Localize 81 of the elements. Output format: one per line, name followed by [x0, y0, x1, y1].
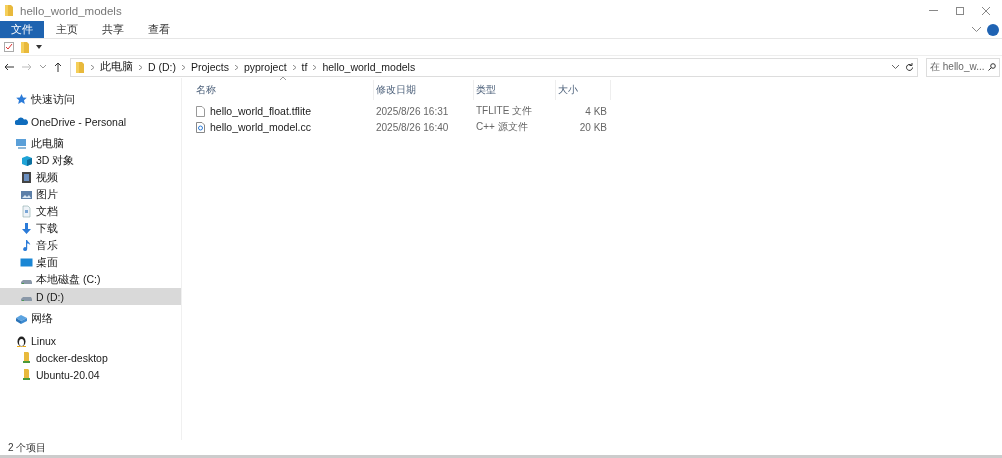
sidebar-item[interactable]: docker-desktop	[0, 349, 181, 366]
cube-icon	[20, 154, 33, 167]
breadcrumb-item[interactable]: 此电脑	[100, 60, 133, 74]
window-title: hello_world_models	[20, 4, 123, 17]
address-bar[interactable]: 此电脑 D (D:) Projects pyproject tf hello_world_models	[70, 57, 918, 77]
maximize-icon[interactable]	[956, 6, 964, 15]
chevron-down-icon[interactable]	[892, 65, 899, 69]
breadcrumb-item[interactable]: pyproject	[243, 61, 287, 73]
ribbon-tab[interactable]: 共享	[90, 21, 136, 38]
folder-icon	[20, 368, 33, 381]
breadcrumb-item[interactable]: D (D:)	[148, 61, 176, 73]
film-icon	[20, 171, 33, 184]
chevron-right-icon[interactable]	[182, 64, 185, 70]
sidebar-item[interactable]: 快速访问	[0, 91, 181, 108]
folder-icon	[20, 40, 30, 54]
chevron-right-icon[interactable]	[292, 64, 296, 70]
breadcrumb-item[interactable]: Projects	[191, 61, 229, 73]
back-icon[interactable]	[4, 63, 14, 71]
sidebar-item[interactable]: Linux	[0, 332, 181, 349]
penguin-icon	[15, 334, 28, 347]
sidebar-item[interactable]: OneDrive - Personal	[0, 113, 181, 130]
status-text: 2 个项目	[8, 440, 47, 455]
table-cell-text: 4 KB	[584, 105, 608, 117]
chevron-right-icon[interactable]	[234, 64, 238, 70]
computer-icon	[15, 137, 28, 150]
cloud-icon	[15, 115, 28, 128]
file-icon	[196, 105, 205, 117]
sidebar-item[interactable]: 3D 对象	[0, 152, 181, 169]
sidebar-item[interactable]: 本地磁盘 (C:)	[0, 271, 181, 288]
chevron-right-icon[interactable]	[91, 64, 94, 70]
chevron-down-icon[interactable]	[40, 65, 46, 69]
search-field[interactable]: 在 hello_w...	[926, 57, 1000, 77]
sidebar-item[interactable]: 文档	[0, 203, 181, 220]
column-header[interactable]: 名称	[194, 80, 374, 100]
forward-icon[interactable]	[22, 63, 32, 71]
breadcrumb-item[interactable]: hello_world_models	[322, 61, 416, 73]
table-cell-text: 20 KB	[578, 121, 608, 133]
file-name[interactable]: hello_world_float.tflite	[210, 105, 311, 117]
drive-icon	[20, 279, 33, 285]
music-note-icon	[20, 239, 33, 252]
star-icon	[15, 93, 28, 106]
document-icon	[20, 205, 33, 218]
sidebar-item[interactable]: Ubuntu-20.04	[0, 366, 181, 383]
table-cell-text: TFLITE 文件	[475, 104, 534, 118]
drive-icon	[20, 296, 33, 302]
sidebar-item[interactable]: 音乐	[0, 237, 181, 254]
folder-icon	[4, 4, 14, 17]
table-cell-text: 2025/8/26 16:40	[375, 121, 450, 133]
network-icon	[15, 312, 28, 325]
sidebar-item[interactable]: 网络	[0, 310, 181, 327]
chevron-right-icon[interactable]	[313, 64, 317, 70]
close-icon[interactable]	[982, 6, 990, 15]
table-cell-text: C++ 源文件	[475, 120, 529, 134]
table-cell-text: 2025/8/26 16:31	[375, 105, 450, 117]
chevron-down-icon[interactable]	[972, 27, 981, 32]
desktop-icon	[20, 256, 33, 269]
ribbon-tab[interactable]: 文件	[0, 21, 44, 38]
dropdown-icon[interactable]	[36, 45, 42, 49]
sidebar-item[interactable]: 桌面	[0, 254, 181, 271]
download-icon	[20, 222, 33, 235]
sidebar-item[interactable]: 视频	[0, 169, 181, 186]
folder-icon	[75, 60, 85, 74]
sidebar-item[interactable]: 下载	[0, 220, 181, 237]
column-header[interactable]: 大小	[556, 80, 611, 100]
properties-icon[interactable]	[4, 42, 14, 52]
sidebar-item[interactable]: 图片	[0, 186, 181, 203]
folder-icon	[20, 351, 33, 364]
source-file-icon	[196, 121, 205, 133]
image-icon	[20, 188, 33, 201]
sidebar-item[interactable]: D (D:)	[0, 288, 181, 305]
up-icon[interactable]	[54, 62, 62, 72]
column-header[interactable]: 修改日期	[374, 80, 474, 100]
column-header[interactable]: 类型	[474, 80, 556, 100]
search-icon	[988, 63, 996, 71]
breadcrumb-item[interactable]: tf	[301, 61, 308, 73]
file-name[interactable]: hello_world_model.cc	[210, 121, 311, 133]
sidebar-item[interactable]: 此电脑	[0, 135, 181, 152]
chevron-right-icon[interactable]	[139, 64, 142, 70]
refresh-icon[interactable]	[905, 62, 914, 72]
ribbon-tab[interactable]: 查看	[136, 21, 182, 38]
ribbon-tab[interactable]: 主页	[44, 21, 90, 38]
